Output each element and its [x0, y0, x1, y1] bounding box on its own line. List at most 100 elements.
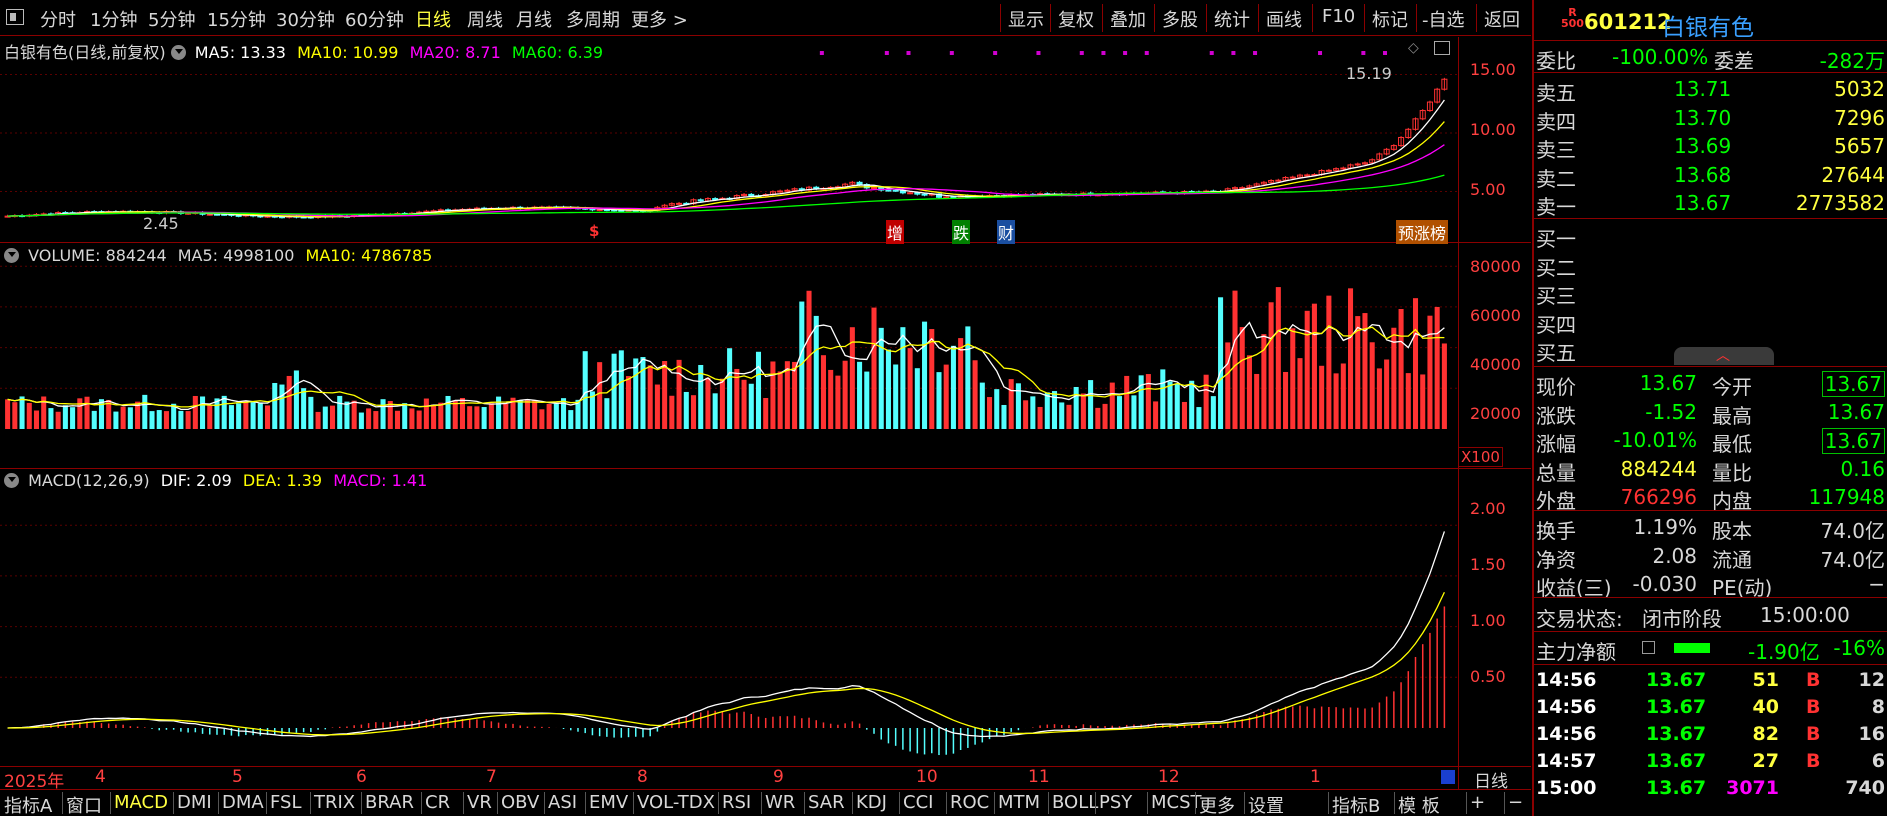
sell-level-row[interactable]: 卖五 13.71 5032 [1534, 75, 1887, 105]
tab-period-60min[interactable]: 60分钟 [345, 6, 404, 32]
indicator-tab[interactable]: TRIX [314, 792, 355, 813]
sell-level-row[interactable]: 卖三 13.69 5657 [1534, 132, 1887, 162]
kline-panel[interactable]: 白银有色(日线,前复权) MA5: 13.33 MA10: 10.99 MA20… [0, 37, 1531, 244]
trade-status-label: 交易状态: [1536, 607, 1623, 631]
buy-level-row[interactable]: 买一 [1534, 221, 1887, 251]
volume-bar [618, 350, 624, 429]
tab-period-monthly[interactable]: 月线 [516, 6, 552, 32]
event-marker-limit-down[interactable]: 跌 [952, 220, 971, 244]
main-flow-row[interactable]: 主力净额 -1.90亿 -16% [1534, 634, 1887, 664]
event-marker-finance[interactable]: 财 [997, 220, 1016, 244]
volume-chart[interactable] [0, 244, 1531, 469]
buy-level-row[interactable]: 买二 [1534, 250, 1887, 280]
volume-bar [777, 371, 783, 429]
tab-period-fenshi[interactable]: 分时 [40, 6, 76, 32]
indicator-tab[interactable]: WR [765, 792, 795, 813]
back-button[interactable]: 返回 [1484, 6, 1520, 32]
mark-button[interactable]: 标记 [1372, 6, 1408, 32]
indicator-tab[interactable]: 指标A [4, 792, 52, 816]
tab-period-more[interactable]: 更多 > [631, 6, 688, 32]
volume-bar [1239, 327, 1245, 429]
indicator-tab[interactable]: RSI [722, 792, 751, 813]
collapse-toggle[interactable]: ︿ [1674, 347, 1774, 365]
indicator-tab[interactable]: BOLL [1052, 792, 1098, 813]
volume-bar [943, 364, 949, 429]
indicator-tab[interactable]: EMV [589, 792, 628, 813]
sell-level-row[interactable]: 卖二 13.68 27644 [1534, 161, 1887, 191]
scroll-end-marker[interactable] [1441, 770, 1455, 784]
volume-bar [806, 290, 812, 429]
indicator-tab[interactable]: MCST [1151, 792, 1202, 813]
divider [1000, 4, 1001, 32]
macd-panel[interactable]: MACD(12,26,9) DIF: 2.09 DEA: 1.39 MACD: … [0, 470, 1531, 767]
multi-stock-button[interactable]: 多股 [1162, 6, 1198, 32]
f10-button[interactable]: F10 [1322, 6, 1355, 27]
sell-level-label: 卖五 [1536, 81, 1576, 105]
kline-chart[interactable] [0, 37, 1531, 243]
indicator-tab[interactable]: − [1508, 792, 1523, 813]
tab-period-multi[interactable]: 多周期 [566, 6, 620, 32]
volume-bar [344, 401, 350, 429]
statistics-button[interactable]: 统计 [1214, 6, 1250, 32]
rising-rank-tag[interactable]: 预涨榜 [1396, 220, 1449, 244]
indicator-tab[interactable]: MACD [114, 792, 168, 813]
indicator-tab[interactable]: 指标B [1332, 792, 1380, 816]
indicator-tab[interactable]: MTM [998, 792, 1040, 813]
buy-level-row[interactable]: 买四 [1534, 307, 1887, 337]
indicator-tab[interactable]: DMA [222, 792, 264, 813]
indicator-tab[interactable]: OBV [501, 792, 539, 813]
tab-period-30min[interactable]: 30分钟 [276, 6, 335, 32]
macd-chart[interactable] [0, 470, 1531, 767]
indicator-tab[interactable]: VOL-TDX [637, 792, 715, 813]
list-icon[interactable] [1642, 641, 1655, 654]
indicator-tab[interactable]: DMI [177, 792, 212, 813]
tab-period-weekly[interactable]: 周线 [467, 6, 503, 32]
tab-period-5min[interactable]: 5分钟 [148, 6, 195, 32]
event-marker-increase[interactable]: 增 [886, 220, 905, 244]
display-button[interactable]: 显示 [1008, 6, 1044, 32]
indicator-tab[interactable]: 窗口 [66, 792, 102, 816]
watchlist-button[interactable]: -自选 [1422, 6, 1465, 32]
indicator-tab[interactable]: + [1470, 792, 1485, 813]
indicator-tab[interactable]: ASI [548, 792, 577, 813]
volume-bar [1434, 306, 1440, 429]
indicator-tab[interactable]: FSL [270, 792, 302, 813]
indicator-tab[interactable]: CCI [903, 792, 933, 813]
volume-bar [705, 377, 711, 429]
tab-period-daily[interactable]: 日线 [415, 6, 451, 32]
indicator-tab[interactable]: VR [467, 792, 492, 813]
chevron-up-icon[interactable]: ︿ [1716, 345, 1730, 365]
indicator-tab[interactable]: ROC [950, 792, 989, 813]
indicator-tab[interactable]: KDJ [856, 792, 887, 813]
indicator-tab[interactable]: SAR [808, 792, 845, 813]
adjust-button[interactable]: 复权 [1058, 6, 1094, 32]
fundamental-value: 2.08 [1652, 543, 1697, 568]
dea-line [7, 591, 1445, 736]
indicator-tab[interactable]: 设置 [1248, 792, 1284, 816]
sell-level-row[interactable]: 卖四 13.70 7296 [1534, 104, 1887, 134]
sell-level-row[interactable]: 卖一 13.67 2773582 [1534, 189, 1887, 219]
volume-bar [936, 372, 942, 429]
volume-bar [1102, 403, 1108, 429]
volume-bar [329, 405, 336, 429]
tab-period-1min[interactable]: 1分钟 [90, 6, 137, 32]
overlay-button[interactable]: 叠加 [1110, 6, 1146, 32]
draw-line-button[interactable]: 画线 [1266, 6, 1302, 32]
sell-level-volume: 5032 [1834, 77, 1885, 101]
indicator-tab[interactable]: BRAR [365, 792, 414, 813]
indicator-tab[interactable]: PSY [1099, 792, 1132, 813]
tab-period-15min[interactable]: 15分钟 [207, 6, 266, 32]
divider [1195, 792, 1196, 814]
indicator-tab[interactable]: CR [425, 792, 450, 813]
event-marker-dividend[interactable]: $ [589, 222, 599, 240]
quote-label: 今开 [1712, 375, 1752, 399]
layout-toggle-icon[interactable] [6, 9, 24, 25]
volume-bar [1398, 309, 1404, 429]
diamond-icon[interactable]: ◇ [1408, 40, 1419, 56]
buy-level-row[interactable]: 买三 [1534, 278, 1887, 308]
volume-panel[interactable]: VOLUME: 884244 MA5: 4998100 MA10: 478678… [0, 244, 1531, 469]
indicator-tab[interactable]: 更多 [1199, 792, 1235, 816]
window-restore-icon[interactable] [1434, 41, 1450, 55]
indicator-tab[interactable]: 模 板 [1398, 792, 1440, 816]
volume-bar [12, 402, 18, 429]
